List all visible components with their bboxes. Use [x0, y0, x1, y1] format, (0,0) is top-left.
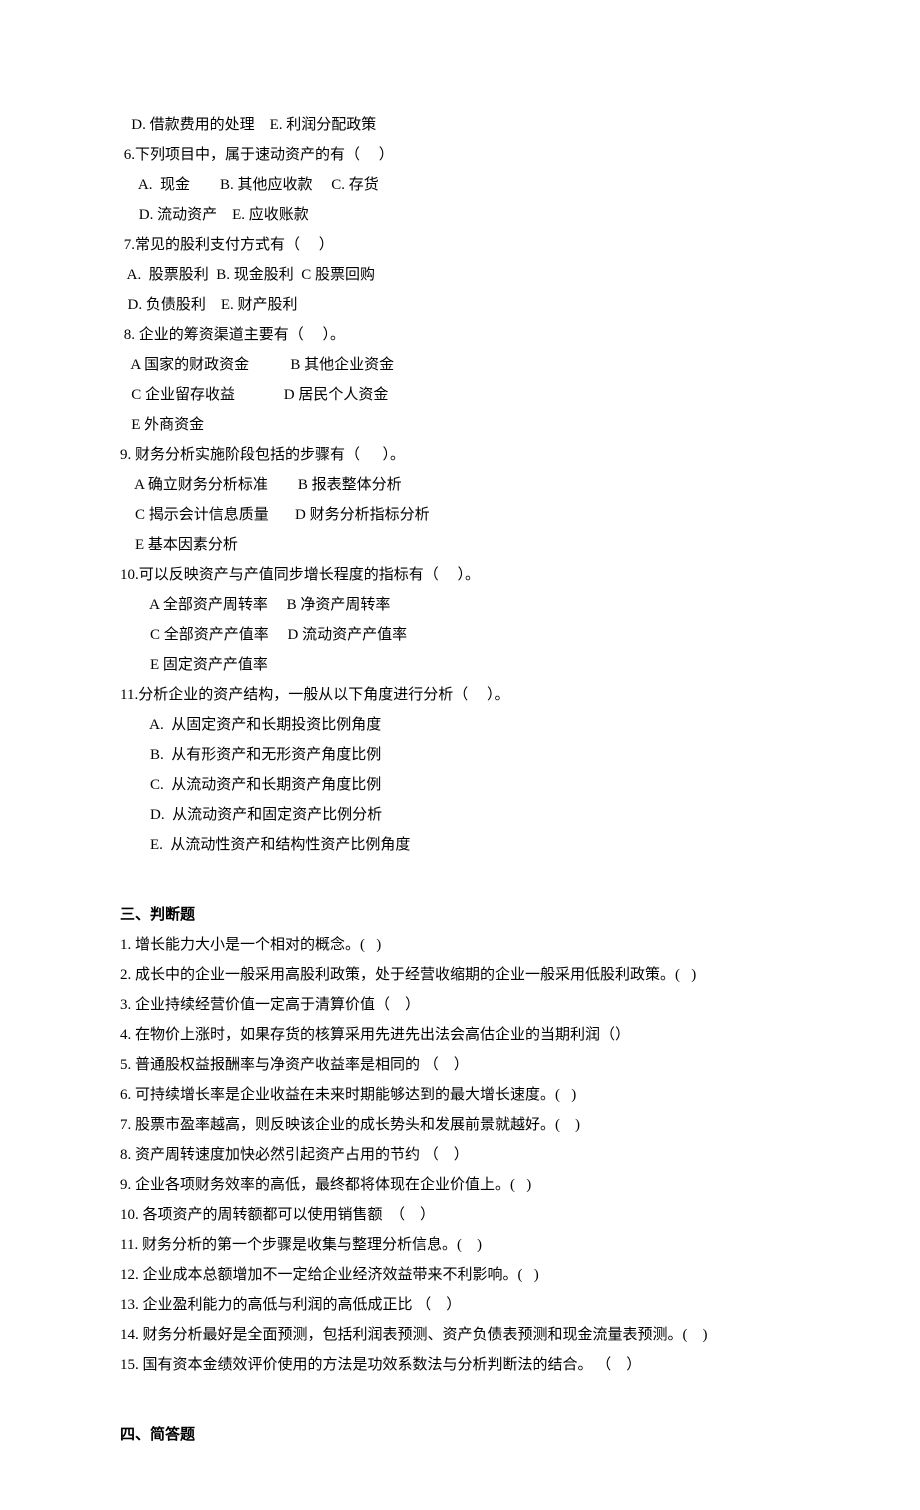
- tf-14: 14. 财务分析最好是全面预测，包括利润表预测、资产负债表预测和现金流量表预测。…: [120, 1320, 800, 1350]
- q9-options-ab: A 确立财务分析标准 B 报表整体分析: [120, 470, 800, 500]
- q7-options-de: D. 负债股利 E. 财产股利: [120, 290, 800, 320]
- q8-options-ab: A 国家的财政资金 B 其他企业资金: [120, 350, 800, 380]
- q11-option-d: D. 从流动资产和固定资产比例分析: [120, 800, 800, 830]
- q10-options-cd: C 全部资产产值率 D 流动资产产值率: [120, 620, 800, 650]
- section-4-title: 四、简答题: [120, 1420, 800, 1450]
- tf-9: 9. 企业各项财务效率的高低，最终都将体现在企业价值上。( ): [120, 1170, 800, 1200]
- q6-options-abc: A. 现金 B. 其他应收款 C. 存货: [120, 170, 800, 200]
- q5-options-de: D. 借款费用的处理 E. 利润分配政策: [120, 110, 800, 140]
- tf-4: 4. 在物价上涨时，如果存货的核算采用先进先出法会高估企业的当期利润（）: [120, 1020, 800, 1050]
- tf-3: 3. 企业持续经营价值一定高于清算价值（ ）: [120, 990, 800, 1020]
- tf-6: 6. 可持续增长率是企业收益在未来时期能够达到的最大增长速度。( ): [120, 1080, 800, 1110]
- tf-15: 15. 国有资本金绩效评价使用的方法是功效系数法与分析判断法的结合。 （ ）: [120, 1350, 800, 1380]
- q6-stem: 6.下列项目中，属于速动资产的有（ ）: [120, 140, 800, 170]
- tf-2: 2. 成长中的企业一般采用高股利政策，处于经营收缩期的企业一般采用低股利政策。(…: [120, 960, 800, 990]
- tf-11: 11. 财务分析的第一个步骤是收集与整理分析信息。( ): [120, 1230, 800, 1260]
- q6-options-de: D. 流动资产 E. 应收账款: [120, 200, 800, 230]
- q11-option-b: B. 从有形资产和无形资产角度比例: [120, 740, 800, 770]
- q8-stem: 8. 企业的筹资渠道主要有（ ）。: [120, 320, 800, 350]
- q10-stem: 10.可以反映资产与产值同步增长程度的指标有（ ）。: [120, 560, 800, 590]
- tf-7: 7. 股票市盈率越高，则反映该企业的成长势头和发展前景就越好。( ): [120, 1110, 800, 1140]
- tf-5: 5. 普通股权益报酬率与净资产收益率是相同的 （ ）: [120, 1050, 800, 1080]
- tf-1: 1. 增长能力大小是一个相对的概念。( ): [120, 930, 800, 960]
- tf-8: 8. 资产周转速度加快必然引起资产占用的节约 （ ）: [120, 1140, 800, 1170]
- q11-stem: 11.分析企业的资产结构，一般从以下角度进行分析（ ）。: [120, 680, 800, 710]
- q7-options-abc: A. 股票股利 B. 现金股利 C 股票回购: [120, 260, 800, 290]
- q9-stem: 9. 财务分析实施阶段包括的步骤有（ ）。: [120, 440, 800, 470]
- q9-options-e: E 基本因素分析: [120, 530, 800, 560]
- q7-stem: 7.常见的股利支付方式有（ ）: [120, 230, 800, 260]
- q10-options-ab: A 全部资产周转率 B 净资产周转率: [120, 590, 800, 620]
- q8-options-cd: C 企业留存收益 D 居民个人资金: [120, 380, 800, 410]
- tf-12: 12. 企业成本总额增加不一定给企业经济效益带来不利影响。( ): [120, 1260, 800, 1290]
- tf-13: 13. 企业盈利能力的高低与利润的高低成正比 （ ）: [120, 1290, 800, 1320]
- section-3-title: 三、判断题: [120, 900, 800, 930]
- q11-option-a: A. 从固定资产和长期投资比例角度: [120, 710, 800, 740]
- tf-10: 10. 各项资产的周转额都可以使用销售额 （ ）: [120, 1200, 800, 1230]
- q8-options-e: E 外商资金: [120, 410, 800, 440]
- q11-option-e: E. 从流动性资产和结构性资产比例角度: [120, 830, 800, 860]
- q10-options-e: E 固定资产产值率: [120, 650, 800, 680]
- q11-option-c: C. 从流动资产和长期资产角度比例: [120, 770, 800, 800]
- q9-options-cd: C 揭示会计信息质量 D 财务分析指标分析: [120, 500, 800, 530]
